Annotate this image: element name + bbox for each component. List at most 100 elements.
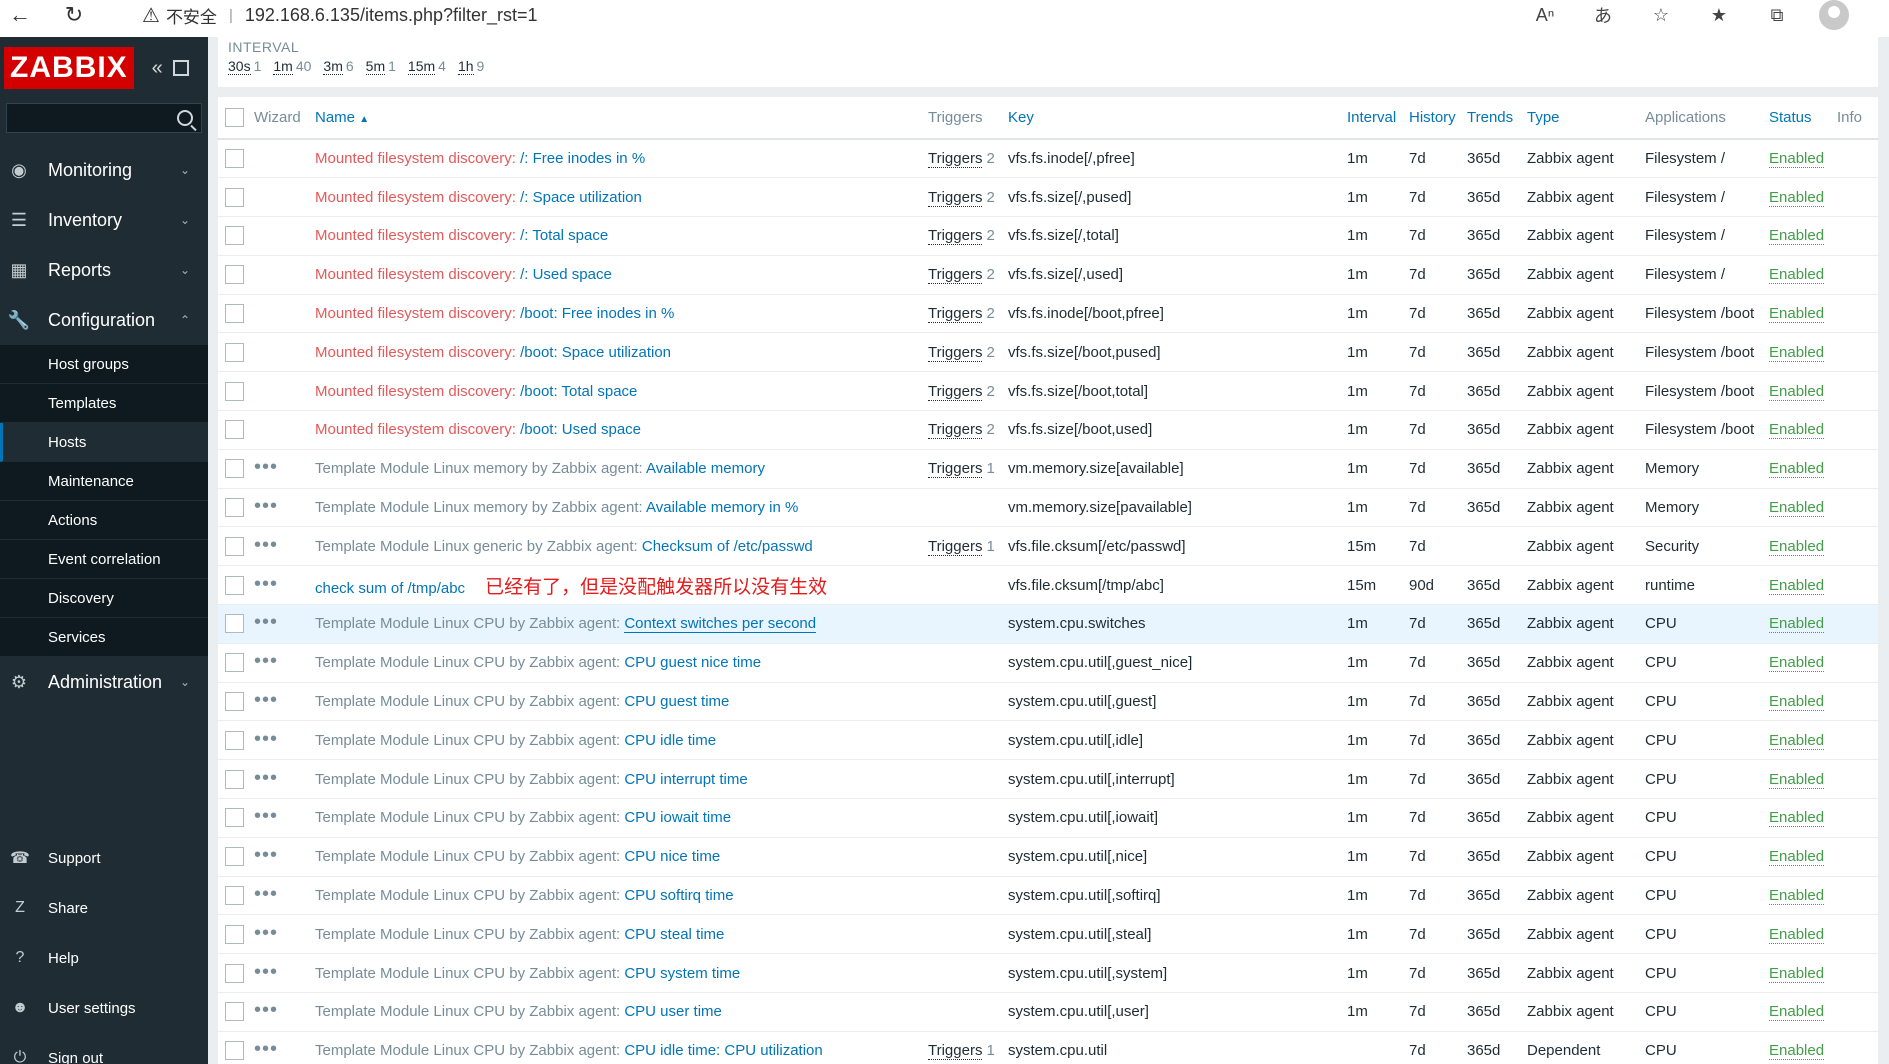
status-toggle[interactable]: Enabled — [1769, 343, 1825, 362]
row-checkbox[interactable] — [225, 963, 244, 983]
triggers-link[interactable]: Triggers — [928, 1042, 983, 1061]
status-toggle[interactable]: Enabled — [1769, 150, 1825, 169]
interval-option[interactable]: 30s 1 — [228, 58, 261, 75]
triggers-link[interactable]: Triggers — [928, 537, 983, 556]
row-checkbox[interactable] — [225, 265, 244, 285]
more-options-icon[interactable]: ••• — [254, 844, 278, 866]
item-name-link[interactable]: CPU interrupt time — [624, 771, 747, 788]
row-checkbox[interactable] — [225, 149, 244, 169]
menu-administration[interactable]: ⚙ Administration ⌄ — [0, 657, 208, 707]
item-prefix-link[interactable]: Template Module Linux CPU by Zabbix agen… — [315, 732, 620, 749]
item-prefix-link[interactable]: Template Module Linux CPU by Zabbix agen… — [315, 693, 620, 710]
more-options-icon[interactable]: ••• — [254, 922, 278, 944]
menu-user-settings[interactable]: ☻ User settings — [0, 983, 208, 1033]
row-checkbox[interactable] — [225, 575, 244, 595]
row-checkbox[interactable] — [225, 614, 244, 634]
menu-configuration[interactable]: 🔧 Configuration ⌃ — [0, 295, 208, 345]
status-toggle[interactable]: Enabled — [1769, 576, 1825, 595]
search-icon[interactable] — [177, 110, 193, 126]
menu-reports[interactable]: ▦ Reports ⌄ — [0, 245, 208, 295]
item-name-link[interactable]: CPU nice time — [624, 848, 720, 865]
status-toggle[interactable]: Enabled — [1769, 615, 1825, 634]
item-prefix-link[interactable]: Template Module Linux CPU by Zabbix agen… — [315, 926, 620, 943]
status-toggle[interactable]: Enabled — [1769, 305, 1825, 324]
menu-support[interactable]: ☎ Support — [0, 833, 208, 883]
translate-icon[interactable]: あ — [1587, 0, 1619, 30]
item-prefix-link[interactable]: Mounted filesystem discovery: — [315, 266, 516, 283]
reload-icon[interactable]: ↻ — [54, 0, 94, 30]
menu-monitoring[interactable]: ◉ Monitoring ⌄ — [0, 145, 208, 195]
more-options-icon[interactable]: ••• — [254, 650, 278, 672]
submenu-templates[interactable]: Templates — [0, 384, 208, 423]
status-toggle[interactable]: Enabled — [1769, 460, 1825, 479]
triggers-link[interactable]: Triggers — [928, 188, 983, 207]
more-options-icon[interactable]: ••• — [254, 883, 278, 905]
header-status[interactable]: Status — [1769, 97, 1837, 140]
row-checkbox[interactable] — [225, 187, 244, 207]
back-icon[interactable]: ← — [0, 0, 40, 30]
status-toggle[interactable]: Enabled — [1769, 693, 1825, 712]
more-options-icon[interactable]: ••• — [254, 1038, 278, 1060]
zabbix-logo[interactable]: ZABBIX — [4, 47, 134, 89]
add-favorite-icon[interactable]: ☆ — [1645, 0, 1677, 30]
row-checkbox[interactable] — [225, 730, 244, 750]
item-name-link[interactable]: /: Used space — [520, 266, 612, 283]
favorites-icon[interactable]: ★ — [1703, 0, 1735, 30]
item-name-link[interactable]: check sum of /tmp/abc — [315, 580, 465, 597]
more-options-icon[interactable]: ••• — [254, 728, 278, 750]
row-checkbox[interactable] — [225, 808, 244, 828]
item-prefix-link[interactable]: Mounted filesystem discovery: — [315, 383, 516, 400]
item-name-link[interactable]: Available memory — [646, 460, 765, 477]
collections-icon[interactable]: ⧉ — [1761, 0, 1793, 30]
item-name-link[interactable]: /boot: Free inodes in % — [520, 305, 674, 322]
item-prefix-link[interactable]: Mounted filesystem discovery: — [315, 150, 516, 167]
profile-avatar[interactable] — [1819, 0, 1849, 30]
row-checkbox[interactable] — [225, 381, 244, 401]
item-name-link[interactable]: /: Total space — [520, 227, 608, 244]
row-checkbox[interactable] — [225, 886, 244, 906]
security-indicator[interactable]: ⚠ 不安全 — [142, 3, 217, 28]
triggers-link[interactable]: Triggers — [928, 266, 983, 285]
row-checkbox[interactable] — [225, 304, 244, 324]
select-all-checkbox[interactable] — [225, 108, 244, 127]
submenu-services[interactable]: Services — [0, 618, 208, 657]
status-toggle[interactable]: Enabled — [1769, 1042, 1825, 1061]
item-prefix-link[interactable]: Template Module Linux CPU by Zabbix agen… — [315, 848, 620, 865]
triggers-link[interactable]: Triggers — [928, 421, 983, 440]
item-prefix-link[interactable]: Mounted filesystem discovery: — [315, 227, 516, 244]
item-prefix-link[interactable]: Template Module Linux CPU by Zabbix agen… — [315, 771, 620, 788]
more-options-icon[interactable]: ••• — [254, 961, 278, 983]
triggers-link[interactable]: Triggers — [928, 227, 983, 246]
more-options-icon[interactable]: ••• — [254, 767, 278, 789]
more-options-icon[interactable]: ••• — [254, 999, 278, 1021]
more-options-icon[interactable]: ••• — [254, 573, 278, 595]
row-checkbox[interactable] — [225, 536, 244, 556]
header-interval[interactable]: Interval — [1347, 97, 1409, 140]
item-name-link[interactable]: Context switches per second — [624, 615, 817, 634]
item-prefix-link[interactable]: Mounted filesystem discovery: — [315, 344, 516, 361]
item-name-link[interactable]: /: Free inodes in % — [520, 150, 645, 167]
header-trends[interactable]: Trends — [1467, 97, 1527, 140]
item-name-link[interactable]: CPU guest time — [624, 693, 729, 710]
interval-option[interactable]: 15m 4 — [407, 58, 446, 75]
item-prefix-link[interactable]: Template Module Linux generic by Zabbix … — [315, 538, 638, 555]
item-name-link[interactable]: CPU softirq time — [624, 887, 733, 904]
status-toggle[interactable]: Enabled — [1769, 848, 1825, 867]
status-toggle[interactable]: Enabled — [1769, 188, 1825, 207]
triggers-link[interactable]: Triggers — [928, 460, 983, 479]
row-checkbox[interactable] — [225, 1041, 244, 1061]
item-prefix-link[interactable]: Template Module Linux CPU by Zabbix agen… — [315, 654, 620, 671]
item-prefix-link[interactable]: Mounted filesystem discovery: — [315, 421, 516, 438]
row-checkbox[interactable] — [225, 769, 244, 789]
status-toggle[interactable]: Enabled — [1769, 537, 1825, 556]
header-key[interactable]: Key — [1008, 97, 1347, 140]
item-prefix-link[interactable]: Mounted filesystem discovery: — [315, 189, 516, 206]
status-toggle[interactable]: Enabled — [1769, 266, 1825, 285]
row-checkbox[interactable] — [225, 420, 244, 440]
submenu-actions[interactable]: Actions — [0, 501, 208, 540]
item-prefix-link[interactable]: Template Module Linux CPU by Zabbix agen… — [315, 965, 620, 982]
item-prefix-link[interactable]: Template Module Linux CPU by Zabbix agen… — [315, 809, 620, 826]
interval-option[interactable]: 3m 6 — [323, 58, 354, 75]
triggers-link[interactable]: Triggers — [928, 382, 983, 401]
more-options-icon[interactable]: ••• — [254, 689, 278, 711]
